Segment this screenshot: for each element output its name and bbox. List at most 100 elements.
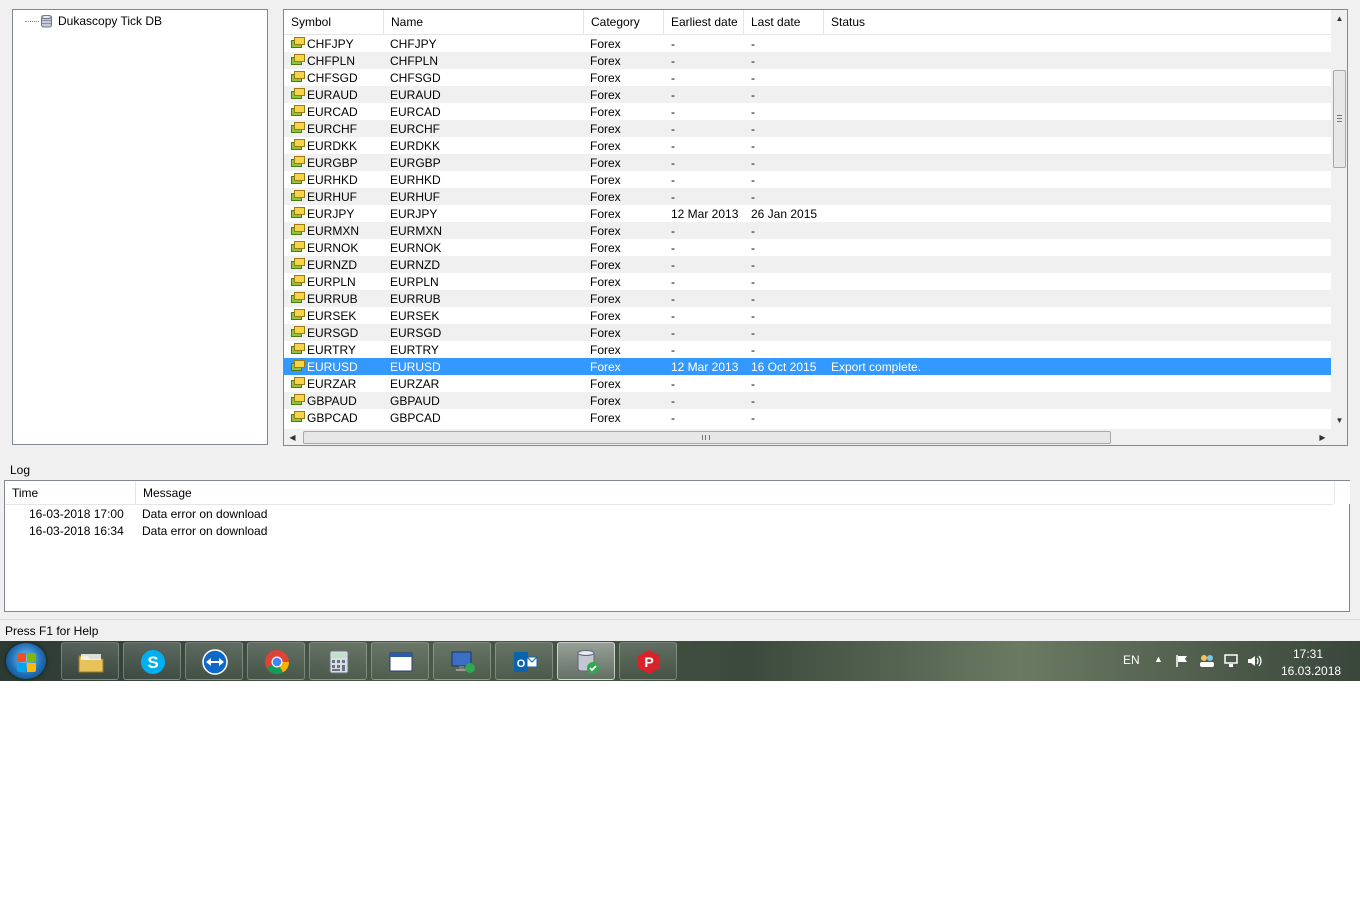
cell-symbol: GBPCAD: [307, 411, 358, 425]
cell-name: EURCHF: [390, 122, 440, 136]
cell-earliest-date: -: [671, 411, 675, 425]
log-row[interactable]: 16-03-2018 16:34 Data error on download: [5, 522, 1333, 539]
action-center-flag-icon[interactable]: [1175, 654, 1189, 668]
table-row[interactable]: EURHUF EURHUF Forex - -: [284, 188, 1331, 205]
table-row[interactable]: EURCAD EURCAD Forex - -: [284, 103, 1331, 120]
currency-pair-icon: [291, 190, 305, 201]
log-time: 16-03-2018 17:00: [29, 507, 124, 521]
column-header-last-date[interactable]: Last date: [744, 10, 824, 34]
cell-last-date: -: [751, 105, 755, 119]
table-row[interactable]: EURSGD EURSGD Forex - -: [284, 324, 1331, 341]
p-app-icon: P: [638, 650, 660, 674]
table-row[interactable]: EURMXN EURMXN Forex - -: [284, 222, 1331, 239]
currency-pair-icon: [291, 258, 305, 269]
taskbar-app-calculator[interactable]: [309, 642, 367, 680]
table-row[interactable]: EURHKD EURHKD Forex - -: [284, 171, 1331, 188]
svg-text:P: P: [644, 654, 653, 670]
column-header-status[interactable]: Status: [824, 10, 1331, 34]
scroll-up-arrow-icon[interactable]: ▲: [1331, 10, 1347, 27]
currency-pair-icon: [291, 173, 305, 184]
cell-category: Forex: [590, 411, 621, 425]
column-header-category[interactable]: Category: [584, 10, 664, 34]
tree-item-root[interactable]: Dukascopy Tick DB: [25, 13, 162, 29]
currency-pair-icon: [291, 275, 305, 286]
cell-symbol: EURMXN: [307, 224, 360, 238]
taskbar-app-skype[interactable]: S: [123, 642, 181, 680]
column-header-symbol[interactable]: Symbol: [284, 10, 384, 34]
vertical-scroll-thumb[interactable]: [1333, 70, 1346, 168]
cell-category: Forex: [590, 37, 621, 51]
table-row[interactable]: EURDKK EURDKK Forex - -: [284, 137, 1331, 154]
people-sync-icon[interactable]: [1199, 654, 1215, 668]
horizontal-scroll-thumb[interactable]: [303, 431, 1111, 444]
table-row[interactable]: GBPAUD GBPAUD Forex - -: [284, 392, 1331, 409]
taskbar-app-tick-db[interactable]: [557, 642, 615, 680]
show-hidden-icons-icon[interactable]: ▲: [1154, 654, 1163, 664]
column-header-earliest-date[interactable]: Earliest date: [664, 10, 744, 34]
network-icon[interactable]: [1223, 654, 1239, 668]
table-row[interactable]: EURTRY EURTRY Forex - -: [284, 341, 1331, 358]
taskbar-app-window[interactable]: [371, 642, 429, 680]
database-icon: [41, 14, 52, 27]
table-row[interactable]: CHFPLN CHFPLN Forex - -: [284, 52, 1331, 69]
table-row[interactable]: EURPLN EURPLN Forex - -: [284, 273, 1331, 290]
log-header: Time Message: [5, 481, 1333, 505]
cell-earliest-date: -: [671, 139, 675, 153]
cell-earliest-date: -: [671, 173, 675, 187]
vertical-scrollbar[interactable]: ▲ ▼: [1331, 10, 1347, 429]
symbol-list[interactable]: Symbol Name Category Earliest date Last …: [283, 9, 1348, 446]
cell-category: Forex: [590, 105, 621, 119]
table-row[interactable]: EURAUD EURAUD Forex - -: [284, 86, 1331, 103]
taskbar-app-pushbullet[interactable]: P: [619, 642, 677, 680]
scroll-down-arrow-icon[interactable]: ▼: [1331, 412, 1347, 429]
table-row[interactable]: EURZAR EURZAR Forex - -: [284, 375, 1331, 392]
cell-category: Forex: [590, 139, 621, 153]
currency-pair-icon: [291, 105, 305, 116]
cell-category: Forex: [590, 156, 621, 170]
svg-text:O: O: [517, 658, 526, 670]
table-row[interactable]: EURNOK EURNOK Forex - -: [284, 239, 1331, 256]
language-indicator[interactable]: EN: [1123, 653, 1140, 667]
table-row[interactable]: EURGBP EURGBP Forex - -: [284, 154, 1331, 171]
taskbar-app-chrome[interactable]: [247, 642, 305, 680]
start-button[interactable]: [6, 643, 46, 679]
volume-icon[interactable]: [1247, 654, 1263, 668]
taskbar-app-outlook[interactable]: O: [495, 642, 553, 680]
cell-earliest-date: -: [671, 326, 675, 340]
currency-pair-icon: [291, 122, 305, 133]
table-row[interactable]: EURJPY EURJPY Forex 12 Mar 2013 26 Jan 2015: [284, 205, 1331, 222]
taskbar-app-file-explorer[interactable]: [61, 642, 119, 680]
taskbar-app-remote-desktop[interactable]: [433, 642, 491, 680]
currency-pair-icon: [291, 88, 305, 99]
cell-last-date: -: [751, 71, 755, 85]
table-row[interactable]: EURCHF EURCHF Forex - -: [284, 120, 1331, 137]
column-header-time[interactable]: Time: [5, 481, 136, 504]
column-header-name[interactable]: Name: [384, 10, 584, 34]
log-list[interactable]: Time Message 16-03-2018 17:00 Data error …: [4, 480, 1350, 612]
table-row[interactable]: EURSEK EURSEK Forex - -: [284, 307, 1331, 324]
scroll-right-arrow-icon[interactable]: ▶: [1314, 429, 1331, 445]
log-row[interactable]: 16-03-2018 17:00 Data error on download: [5, 505, 1333, 522]
cell-category: Forex: [590, 241, 621, 255]
windows-logo-icon: [17, 653, 26, 662]
clock-date[interactable]: 16.03.2018: [1281, 664, 1341, 678]
currency-pair-icon: [291, 309, 305, 320]
table-row[interactable]: CHFSGD CHFSGD Forex - -: [284, 69, 1331, 86]
table-row[interactable]: GBPCAD GBPCAD Forex - -: [284, 409, 1331, 426]
cell-name: EURTRY: [390, 343, 439, 357]
cell-last-date: -: [751, 309, 755, 323]
table-row[interactable]: EURNZD EURNZD Forex - -: [284, 256, 1331, 273]
cell-name: GBPAUD: [390, 394, 440, 408]
currency-pair-icon: [291, 241, 305, 252]
horizontal-scrollbar[interactable]: ◀ ▶: [284, 429, 1331, 445]
currency-pair-icon: [291, 343, 305, 354]
column-header-message[interactable]: Message: [136, 481, 1333, 504]
scroll-left-arrow-icon[interactable]: ◀: [284, 429, 301, 445]
taskbar-app-teamviewer[interactable]: [185, 642, 243, 680]
database-tree[interactable]: Dukascopy Tick DB: [12, 9, 268, 445]
table-row[interactable]: CHFJPY CHFJPY Forex - -: [284, 35, 1331, 52]
table-row[interactable]: EURUSD EURUSD Forex 12 Mar 2013 16 Oct 2015 E…: [284, 358, 1331, 375]
clock-time[interactable]: 17:31: [1293, 647, 1323, 661]
cell-symbol: GBPAUD: [307, 394, 357, 408]
table-row[interactable]: EURRUB EURRUB Forex - -: [284, 290, 1331, 307]
